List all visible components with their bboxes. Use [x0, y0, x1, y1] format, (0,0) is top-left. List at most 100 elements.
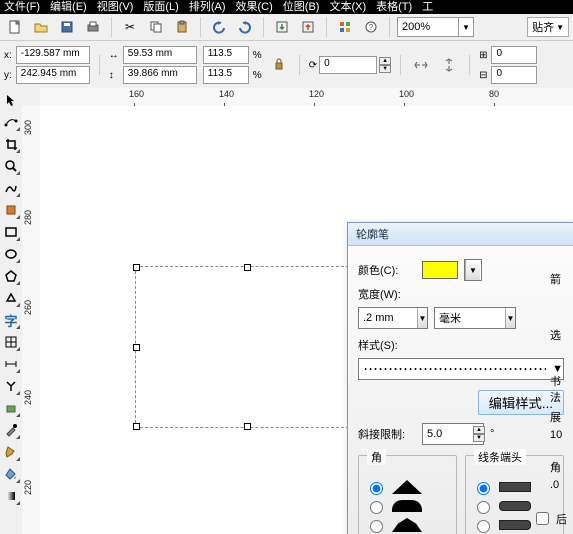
corner-miter-radio[interactable] — [370, 482, 383, 495]
miter-limit-label: 斜接限制: — [358, 426, 416, 442]
menu-tools[interactable]: 工 — [422, 0, 433, 14]
menu-table[interactable]: 表格(T) — [376, 0, 412, 14]
color-swatch[interactable] — [422, 261, 458, 279]
width-input[interactable]: 59.53 mm — [123, 46, 197, 64]
connector-tool[interactable] — [1, 376, 21, 396]
cap-round-icon — [499, 501, 531, 511]
save-button[interactable] — [56, 16, 78, 38]
percent-label: % — [253, 50, 262, 61]
scale-group: 113.5% 113.5% — [203, 46, 262, 84]
lock-ratio-button[interactable] — [268, 54, 290, 76]
line-style-preview — [365, 368, 546, 370]
rectangle-tool[interactable] — [1, 222, 21, 242]
scale-y-input[interactable]: 113.5 — [203, 66, 249, 84]
miter-limit-value[interactable] — [423, 428, 473, 440]
eyedropper-tool[interactable] — [1, 420, 21, 440]
shape-tool[interactable] — [1, 112, 21, 132]
zoom-tool[interactable] — [1, 156, 21, 176]
basic-shapes-tool[interactable] — [1, 288, 21, 308]
menu-view[interactable]: 视图(V) — [97, 0, 134, 14]
dropdown-icon[interactable]: ▼ — [417, 308, 427, 328]
menu-bar: 文件(F) 编辑(E) 视图(V) 版面(L) 排列(A) 效果(C) 位图(B… — [0, 0, 573, 14]
width-combo[interactable]: ▼ — [358, 307, 428, 329]
welcome-button[interactable]: ? — [360, 16, 382, 38]
outline-tool[interactable] — [1, 442, 21, 462]
freehand-tool[interactable] — [1, 178, 21, 198]
y-input[interactable]: 242.945 mm — [16, 66, 90, 84]
x-input[interactable]: -129.587 mm — [16, 46, 90, 64]
copy-button[interactable] — [145, 16, 167, 38]
open-button[interactable] — [30, 16, 52, 38]
import-button[interactable] — [271, 16, 293, 38]
app-launcher-button[interactable] — [334, 16, 356, 38]
rotation-icon: ⟳ — [309, 60, 317, 71]
miter-limit-input[interactable]: ▲▼ — [422, 423, 484, 445]
dialog-titlebar[interactable]: 轮廓笔 — [348, 223, 573, 246]
resize-handle-s[interactable] — [244, 423, 251, 430]
options-label-cut: 选 — [550, 327, 570, 343]
cap-flat-radio[interactable] — [477, 482, 490, 495]
smart-fill-tool[interactable] — [1, 200, 21, 220]
menu-file[interactable]: 文件(F) — [4, 0, 40, 14]
interactive-fill-tool[interactable] — [1, 486, 21, 506]
pick-tool[interactable] — [1, 90, 21, 110]
scale-x-input[interactable]: 113.5 — [203, 46, 249, 64]
resize-handle-nw[interactable] — [133, 264, 140, 271]
cap-round-radio[interactable] — [477, 501, 490, 514]
redo-button[interactable] — [234, 16, 256, 38]
resize-handle-n[interactable] — [244, 264, 251, 271]
miter-spinner[interactable]: ▲▼ — [473, 426, 485, 442]
rotation-input[interactable]: 0 — [319, 56, 377, 74]
dimension-tool[interactable] — [1, 354, 21, 374]
snap-dropdown[interactable]: 贴齐 ▼ — [527, 17, 569, 37]
calligraphy-label-cut: 书法 — [550, 373, 570, 405]
resize-handle-sw[interactable] — [133, 423, 140, 430]
menu-layout[interactable]: 版面(L) — [143, 0, 178, 14]
dropdown-icon[interactable]: ▼ — [505, 308, 515, 328]
fill-tool[interactable] — [1, 464, 21, 484]
resize-handle-w[interactable] — [133, 344, 140, 351]
color-dropdown[interactable]: ▼ — [464, 259, 482, 281]
ruler-tick: 100 — [399, 89, 414, 99]
height-input[interactable]: 39.866 mm — [123, 66, 197, 84]
text-tool[interactable]: 字 — [1, 310, 21, 330]
unit-value[interactable] — [435, 312, 505, 324]
horizontal-ruler[interactable]: 160 140 120 100 80 60 — [40, 88, 573, 107]
zoom-dropdown[interactable]: ▼ — [458, 18, 473, 36]
cut-button[interactable]: ✂ — [119, 16, 141, 38]
ruler-origin[interactable] — [22, 88, 41, 107]
line-style-combo[interactable]: ▼ — [358, 358, 564, 380]
paste-button[interactable] — [171, 16, 193, 38]
outline-pen-dialog: 轮廓笔 颜色(C): ▼ 宽度(W): ▼ ▼ 样式(S): ▼ — [347, 222, 573, 534]
corner-round-radio[interactable] — [370, 501, 383, 514]
selected-rectangle[interactable] — [135, 266, 359, 428]
menu-effects[interactable]: 效果(C) — [236, 0, 273, 14]
grid-x-input[interactable]: 0 — [491, 46, 537, 64]
width-value[interactable] — [359, 312, 417, 324]
menu-arrange[interactable]: 排列(A) — [189, 0, 226, 14]
crop-tool[interactable] — [1, 134, 21, 154]
undo-button[interactable] — [208, 16, 230, 38]
vertical-ruler[interactable]: 300 280 260 240 220 — [22, 106, 41, 534]
print-button[interactable] — [82, 16, 104, 38]
grid-y-input[interactable]: 0 — [491, 66, 537, 84]
new-button[interactable] — [4, 16, 26, 38]
interactive-tool[interactable] — [1, 398, 21, 418]
menu-bitmaps[interactable]: 位图(B) — [283, 0, 320, 14]
menu-edit[interactable]: 编辑(E) — [50, 0, 87, 14]
polygon-tool[interactable] — [1, 266, 21, 286]
mirror-v-button[interactable] — [438, 54, 460, 76]
table-tool[interactable] — [1, 332, 21, 352]
behind-fill-checkbox[interactable] — [536, 512, 549, 525]
cap-square-radio[interactable] — [477, 520, 490, 533]
zoom-input[interactable] — [398, 21, 458, 33]
rotation-spinner[interactable]: ▲▼ — [379, 57, 391, 73]
unit-combo[interactable]: ▼ — [434, 307, 516, 329]
corner-bevel-radio[interactable] — [370, 520, 383, 533]
mirror-h-button[interactable] — [410, 54, 432, 76]
zoom-combo[interactable]: ▼ — [397, 17, 474, 37]
ellipse-tool[interactable] — [1, 244, 21, 264]
menu-text[interactable]: 文本(X) — [329, 0, 366, 14]
export-button[interactable] — [297, 16, 319, 38]
grid-y-icon: ⊟ — [479, 70, 487, 81]
